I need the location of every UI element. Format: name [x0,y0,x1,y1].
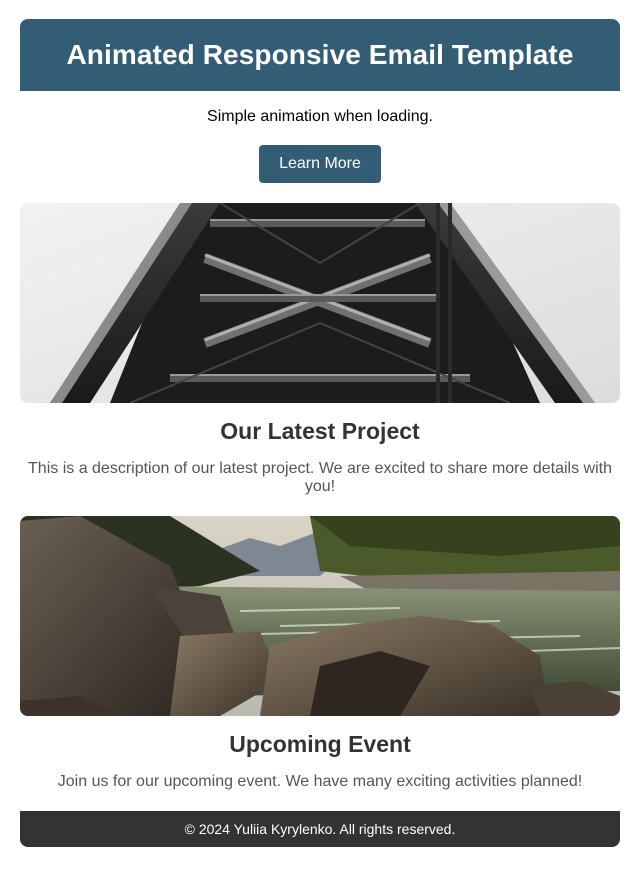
email-header: Animated Responsive Email Template [20,19,620,91]
email-container: Animated Responsive Email Template Simpl… [20,0,620,847]
footer-copyright: © 2024 Yuliia Kyrylenko. All rights rese… [184,821,456,837]
intro-text: Simple animation when loading. [207,108,433,125]
event-title: Upcoming Event [229,731,411,757]
project-title: Our Latest Project [220,418,420,444]
button-wrapper: Learn More [20,145,620,183]
learn-more-button[interactable]: Learn More [259,145,381,183]
river-image [20,516,620,716]
bridge-image [20,203,620,403]
email-footer: © 2024 Yuliia Kyrylenko. All rights rese… [20,811,620,847]
project-description: This is a description of our latest proj… [28,460,612,495]
event-description: Join us for our upcoming event. We have … [57,773,583,790]
page-title: Animated Responsive Email Template [66,39,574,70]
